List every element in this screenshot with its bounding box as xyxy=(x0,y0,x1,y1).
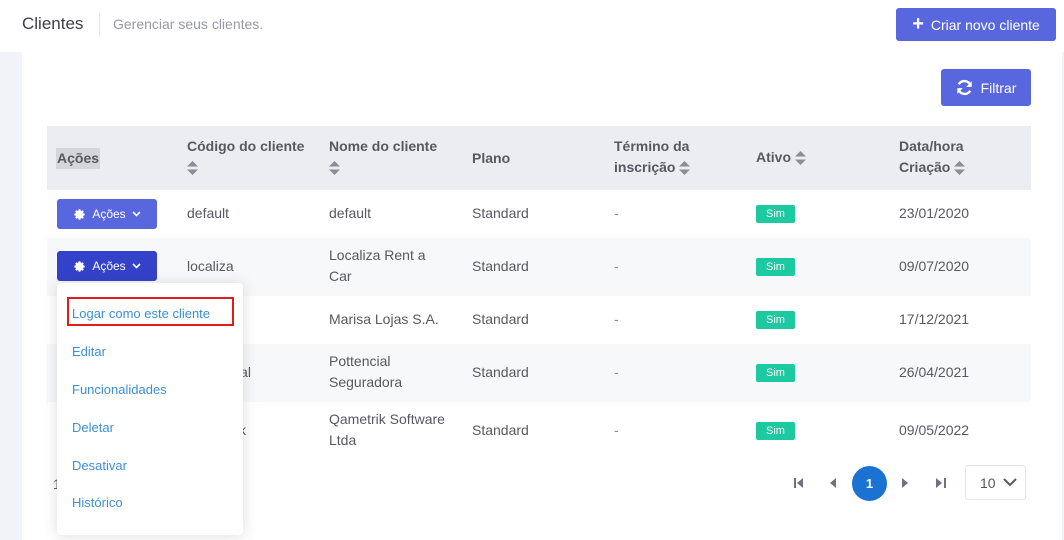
column-header-created[interactable]: Data/hora Criação xyxy=(899,136,989,178)
filter-button[interactable]: Filtrar xyxy=(941,69,1031,106)
cell-end: - xyxy=(614,205,619,221)
cell-plan: Standard xyxy=(472,258,529,274)
menu-item-history[interactable]: Histórico xyxy=(72,495,123,510)
cell-plan: Standard xyxy=(472,422,529,438)
cell-end: - xyxy=(614,364,619,380)
table-header: Ações Código do cliente Nome do cliente … xyxy=(47,126,1031,190)
gear-icon xyxy=(74,260,86,272)
column-header-code[interactable]: Código do cliente xyxy=(187,136,317,178)
previous-page-icon[interactable] xyxy=(830,478,837,488)
last-page-icon[interactable] xyxy=(936,478,946,488)
cell-created: 23/01/2020 xyxy=(899,205,970,221)
sort-icon xyxy=(954,161,966,176)
status-badge: Sim xyxy=(756,364,795,382)
cell-end: - xyxy=(614,311,619,327)
cell-code: default xyxy=(187,205,230,221)
status-badge: Sim xyxy=(756,422,795,440)
cell-end: - xyxy=(614,422,619,438)
column-header-plan: Plano xyxy=(472,150,511,166)
cell-name: Qametrik Software Ltda xyxy=(329,411,445,448)
cell-plan: Standard xyxy=(472,205,529,221)
column-header-code-label: Código do cliente xyxy=(187,138,305,154)
cell-name: Pottencial Seguradora xyxy=(329,353,403,390)
sort-icon xyxy=(794,151,806,166)
top-header: Clientes Gerenciar seus clientes. + Cria… xyxy=(0,0,1064,52)
sort-icon xyxy=(329,161,340,176)
actions-button[interactable]: Ações xyxy=(57,199,157,229)
column-header-active[interactable]: Ativo xyxy=(756,147,806,168)
actions-button-label: Ações xyxy=(92,259,126,273)
menu-item-deactivate[interactable]: Desativar xyxy=(72,458,127,473)
title-divider xyxy=(99,13,100,37)
cell-plan: Standard xyxy=(472,311,529,327)
cell-name: default xyxy=(329,205,372,221)
cell-end: - xyxy=(614,258,619,274)
column-header-name[interactable]: Nome do cliente xyxy=(329,136,459,178)
refresh-icon xyxy=(956,79,972,96)
page-1-button[interactable]: 1 xyxy=(852,466,887,501)
column-header-end-label: Término da inscrição xyxy=(614,138,690,175)
column-header-end[interactable]: Término da inscrição xyxy=(614,136,709,178)
page-size-value: 10 xyxy=(980,474,996,491)
plus-icon: + xyxy=(912,12,924,35)
menu-item-features[interactable]: Funcionalidades xyxy=(72,382,167,397)
sort-icon xyxy=(187,161,198,176)
cell-plan: Standard xyxy=(472,364,529,380)
status-badge: Sim xyxy=(756,205,795,223)
create-client-button[interactable]: + Criar novo cliente xyxy=(896,8,1056,41)
column-header-actions: Ações xyxy=(56,148,101,169)
sort-icon xyxy=(679,161,691,176)
create-client-label: Criar novo cliente xyxy=(930,16,1040,33)
cell-name: Marisa Lojas S.A. xyxy=(329,311,439,327)
menu-item-edit[interactable]: Editar xyxy=(72,344,106,359)
first-page-icon[interactable] xyxy=(794,478,804,488)
chevron-down-icon xyxy=(132,263,141,269)
menu-item-delete[interactable]: Deletar xyxy=(72,420,114,435)
column-header-name-label: Nome do cliente xyxy=(329,138,438,154)
cell-created: 26/04/2021 xyxy=(899,364,970,380)
page-subtitle: Gerenciar seus clientes. xyxy=(113,16,264,32)
cell-created: 17/12/2021 xyxy=(899,311,970,327)
column-header-active-label: Ativo xyxy=(756,149,791,165)
gear-icon xyxy=(74,208,86,220)
filter-label: Filtrar xyxy=(980,79,1017,96)
next-page-icon[interactable] xyxy=(902,478,909,488)
chevron-down-icon xyxy=(132,211,141,217)
cell-created: 09/05/2022 xyxy=(899,422,970,438)
page-size-select[interactable]: 10 xyxy=(965,465,1026,500)
actions-button-label: Ações xyxy=(92,207,126,221)
cell-code: localiza xyxy=(187,258,234,274)
cell-name: Localiza Rent a Car xyxy=(329,247,426,284)
cell-created: 09/07/2020 xyxy=(899,258,970,274)
highlight-box xyxy=(67,297,234,326)
status-badge: Sim xyxy=(756,258,795,276)
actions-button[interactable]: Ações xyxy=(57,251,157,281)
table-row: Ações default default Standard - Sim 23/… xyxy=(47,190,1031,238)
status-badge: Sim xyxy=(756,311,795,329)
chevron-down-icon xyxy=(1003,478,1017,487)
page-title: Clientes xyxy=(22,14,84,33)
